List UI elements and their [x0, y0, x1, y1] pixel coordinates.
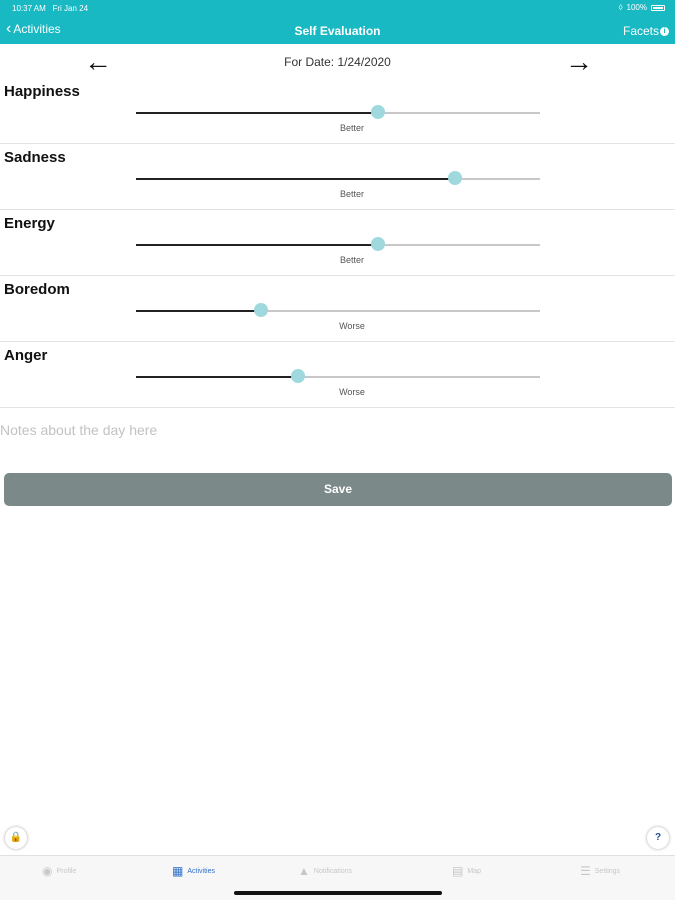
- slider-thumb[interactable]: [448, 171, 463, 185]
- save-button[interactable]: Save: [4, 473, 672, 506]
- lock-button[interactable]: 🔒: [5, 827, 27, 849]
- tab-profile[interactable]: ◉ Profile: [42, 864, 76, 878]
- facet-slider[interactable]: [136, 171, 540, 185]
- tab-label: Map: [467, 867, 481, 875]
- battery-icon: [651, 4, 665, 11]
- facet-row-sadness: Sadness Better: [0, 144, 675, 210]
- facet-slider[interactable]: [136, 303, 540, 317]
- tab-settings[interactable]: ☰ Settings: [580, 864, 620, 878]
- profile-icon: ◉: [42, 864, 53, 878]
- facet-slider[interactable]: [136, 237, 540, 251]
- slider-thumb[interactable]: [254, 303, 269, 317]
- facets-button[interactable]: Facets i: [623, 24, 669, 38]
- calendar-icon: ▦: [172, 864, 184, 878]
- tab-notifications[interactable]: ▲ Notifications: [298, 864, 352, 878]
- facet-row-happiness: Happiness Better: [0, 78, 675, 144]
- status-time: 10:37 AM Fri Jan 24: [12, 4, 88, 13]
- facet-hint: Better: [339, 255, 364, 265]
- facet-hint: Better: [339, 123, 364, 133]
- tab-label: Profile: [56, 867, 77, 875]
- facet-hint: Worse: [339, 321, 365, 331]
- facet-name: Boredom: [4, 281, 70, 298]
- facet-row-anger: Anger Worse: [0, 342, 675, 408]
- slider-thumb[interactable]: [371, 105, 386, 119]
- facet-name: Sadness: [4, 149, 66, 166]
- slider-fill: [136, 244, 379, 246]
- tab-map[interactable]: ▤ Map: [452, 864, 481, 878]
- facet-name: Energy: [4, 215, 55, 232]
- slider-fill: [136, 310, 262, 312]
- facet-slider[interactable]: [136, 105, 540, 119]
- status-date: Fri Jan 24: [52, 4, 89, 13]
- lock-icon: 🔒: [9, 832, 23, 843]
- slider-thumb[interactable]: [290, 369, 305, 383]
- slider-fill: [136, 376, 298, 378]
- map-icon: ▤: [452, 864, 464, 878]
- slider-fill: [136, 178, 456, 180]
- battery-percent: 100%: [626, 3, 647, 12]
- facet-hint: Worse: [339, 387, 365, 397]
- settings-icon: ☰: [580, 864, 591, 878]
- notes-input[interactable]: [0, 420, 675, 440]
- slider-thumb[interactable]: [371, 237, 386, 251]
- arrow-right-icon[interactable]: →: [565, 48, 593, 76]
- facet-name: Happiness: [4, 83, 80, 100]
- navigation-bar: 10:37 AM Fri Jan 24 ◊ 100% ‹ Activities …: [0, 0, 675, 44]
- slider-fill: [136, 112, 379, 114]
- facets-label: Facets: [622, 24, 659, 38]
- status-indicators: ◊ 100%: [619, 3, 665, 12]
- tab-label: Activities: [187, 867, 215, 875]
- facet-hint: Better: [339, 189, 364, 199]
- facet-row-energy: Energy Better: [0, 210, 675, 276]
- tab-activities[interactable]: ▦ Activities: [172, 864, 215, 878]
- status-time-text: 10:37 AM: [12, 4, 46, 13]
- home-indicator: [234, 891, 442, 895]
- facet-row-boredom: Boredom Worse: [0, 276, 675, 342]
- wifi-icon: ◊: [618, 3, 623, 12]
- help-button[interactable]: ?: [647, 827, 669, 849]
- tab-label: Notifications: [313, 867, 353, 875]
- facet-name: Anger: [4, 347, 48, 364]
- bell-icon: ▲: [298, 864, 310, 878]
- date-selector: ← For Date: 1/24/2020 →: [0, 48, 675, 78]
- tab-label: Settings: [594, 867, 621, 875]
- page-title: Self Evaluation: [294, 24, 381, 38]
- facet-slider[interactable]: [136, 369, 540, 383]
- info-icon: i: [660, 26, 669, 36]
